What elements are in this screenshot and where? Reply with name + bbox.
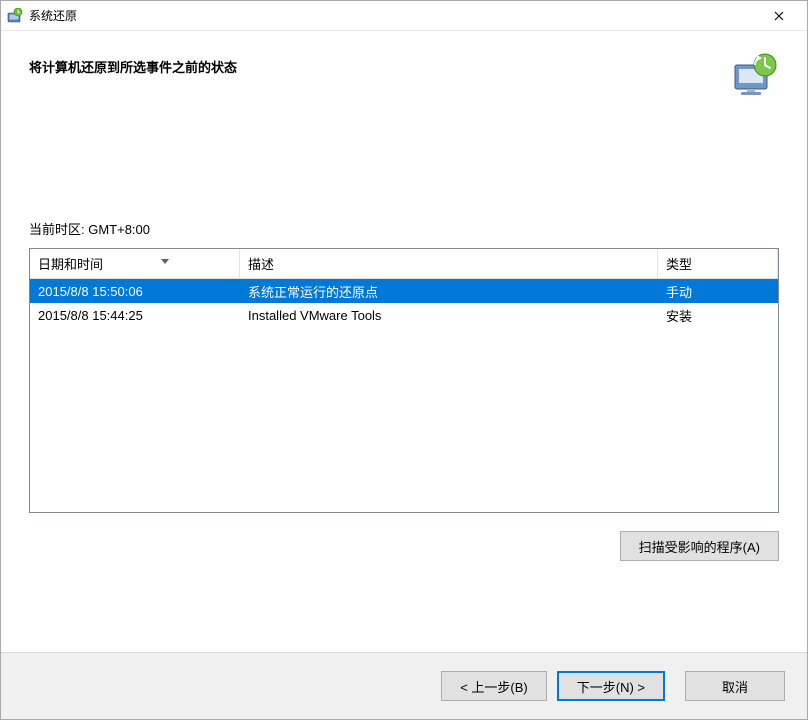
system-restore-wizard-icon [731, 51, 779, 99]
table-body: 2015/8/8 15:50:06系统正常运行的还原点手动2015/8/8 15… [30, 279, 778, 327]
table-row[interactable]: 2015/8/8 15:44:25Installed VMware Tools安… [30, 303, 778, 327]
cell-description: 系统正常运行的还原点 [240, 282, 658, 301]
cell-date: 2015/8/8 15:50:06 [30, 284, 240, 299]
column-header-type-label: 类型 [666, 254, 692, 273]
header-row: 将计算机还原到所选事件之前的状态 [29, 51, 779, 99]
column-header-type[interactable]: 类型 [658, 249, 778, 278]
close-icon [774, 11, 784, 21]
cell-date: 2015/8/8 15:44:25 [30, 308, 240, 323]
system-restore-icon [7, 8, 23, 24]
next-button[interactable]: 下一步(N) > [557, 671, 665, 701]
table-header: 日期和时间 描述 类型 [30, 249, 778, 279]
column-header-date-label: 日期和时间 [38, 254, 103, 273]
cell-type: 手动 [658, 282, 778, 301]
cell-description: Installed VMware Tools [240, 308, 658, 323]
sort-desc-icon [161, 253, 169, 268]
system-restore-dialog: 系统还原 将计算机还原到所选事件之前的状态 [0, 0, 808, 720]
restore-point-table: 日期和时间 描述 类型 2015/8/8 15:50:06系统正常运行的还原点手… [29, 248, 779, 513]
cell-type: 安装 [658, 306, 778, 325]
column-header-description[interactable]: 描述 [240, 249, 658, 278]
close-button[interactable] [759, 2, 799, 30]
titlebar: 系统还原 [1, 1, 807, 31]
dialog-footer: < 上一步(B) 下一步(N) > 取消 [1, 652, 807, 719]
scan-row: 扫描受影响的程序(A) [29, 531, 779, 561]
page-heading: 将计算机还原到所选事件之前的状态 [29, 51, 731, 76]
timezone-label: 当前时区: GMT+8:00 [29, 219, 779, 238]
window-title: 系统还原 [29, 7, 759, 24]
column-header-desc-label: 描述 [248, 254, 274, 273]
table-row[interactable]: 2015/8/8 15:50:06系统正常运行的还原点手动 [30, 279, 778, 303]
cancel-button[interactable]: 取消 [685, 671, 785, 701]
dialog-content: 将计算机还原到所选事件之前的状态 当前时区: GMT+8:00 日期和时间 [1, 31, 807, 652]
column-header-date[interactable]: 日期和时间 [30, 249, 240, 278]
scan-affected-programs-button[interactable]: 扫描受影响的程序(A) [620, 531, 779, 561]
back-button[interactable]: < 上一步(B) [441, 671, 547, 701]
